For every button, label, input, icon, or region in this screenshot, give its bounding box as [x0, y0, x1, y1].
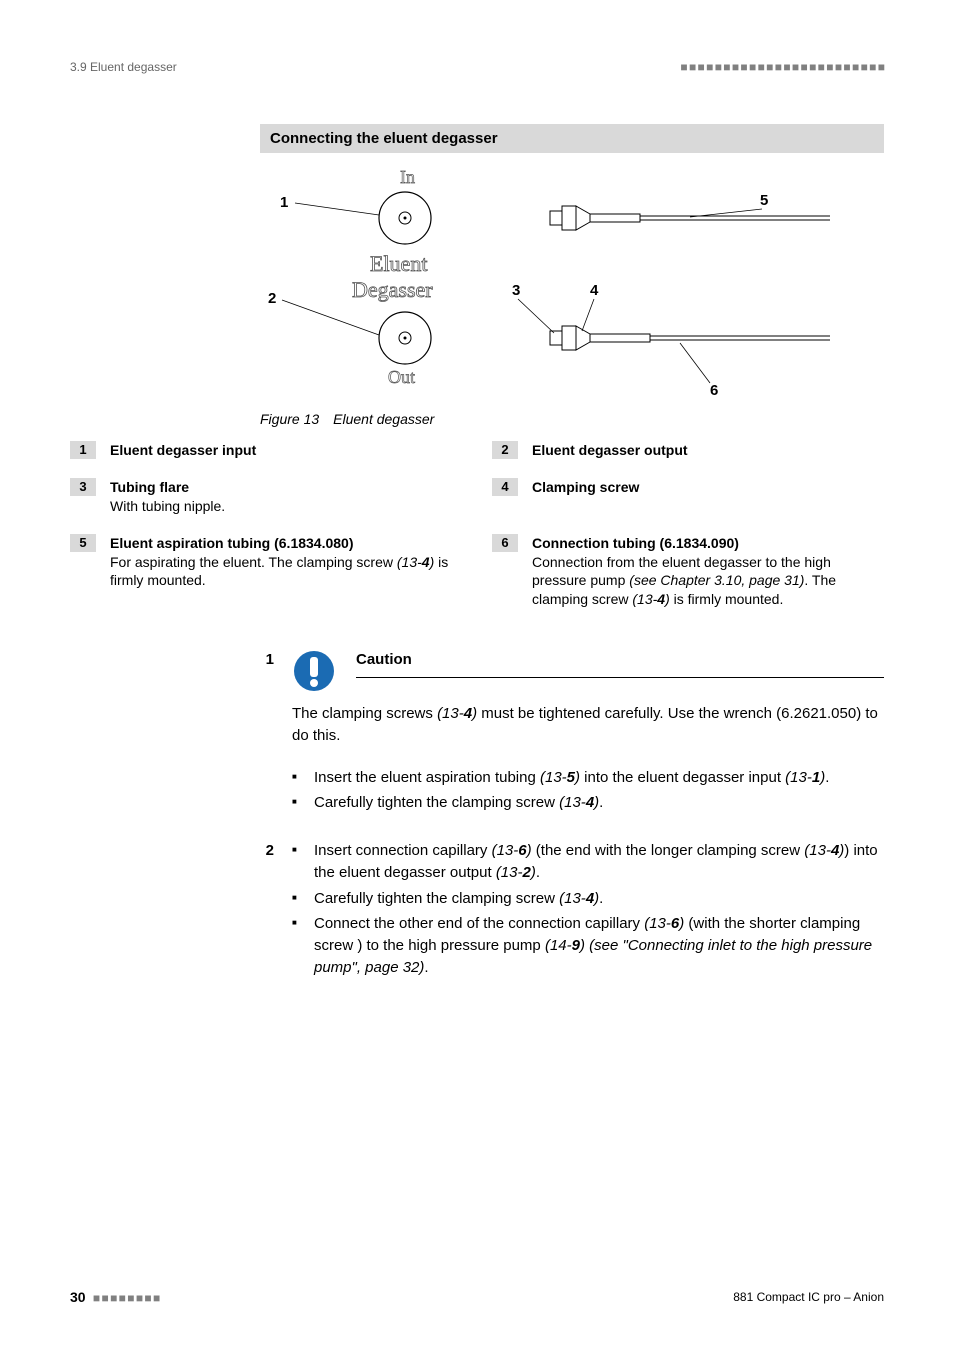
legend-item-2: 2 Eluent degasser output: [492, 441, 884, 460]
footer-doc-title: 881 Compact IC pro – Anion: [733, 1290, 884, 1304]
legend-num: 6: [492, 534, 518, 552]
legend-num: 3: [70, 478, 96, 496]
step-bullet: Insert the eluent aspiration tubing (13-…: [292, 767, 884, 789]
step-bullet: Insert connection capillary (13-6) (the …: [292, 840, 884, 884]
legend-title: Eluent degasser input: [110, 442, 256, 458]
legend-num: 2: [492, 441, 518, 459]
legend-desc: For aspirating the eluent. The clamping …: [110, 553, 462, 591]
svg-text:4: 4: [590, 282, 599, 299]
legend-desc: Connection from the eluent degasser to t…: [532, 553, 884, 610]
caution-heading: Caution: [356, 649, 884, 678]
svg-text:Eluent: Eluent: [370, 251, 427, 276]
legend-desc: With tubing nipple.: [110, 497, 225, 516]
legend-item-3: 3 Tubing flare With tubing nipple.: [70, 478, 462, 516]
caution-text: The clamping screws (13-4) must be tight…: [292, 703, 884, 747]
page-number: 30: [70, 1289, 86, 1305]
legend-title: Clamping screw: [532, 479, 639, 495]
step-number: 1: [260, 649, 274, 818]
legend-title: Eluent aspiration tubing (6.1834.080): [110, 534, 462, 553]
svg-text:1: 1: [280, 194, 288, 211]
legend-num: 1: [70, 441, 96, 459]
legend-grid: 1 Eluent degasser input 2 Eluent degasse…: [70, 441, 884, 609]
legend-num: 4: [492, 478, 518, 496]
step-bullet: Carefully tighten the clamping screw (13…: [292, 792, 884, 814]
svg-text:2: 2: [268, 290, 276, 307]
legend-title: Eluent degasser output: [532, 442, 688, 458]
legend-item-5: 5 Eluent aspiration tubing (6.1834.080) …: [70, 534, 462, 610]
svg-text:3: 3: [512, 282, 520, 299]
step-number: 2: [260, 840, 274, 983]
legend-title: Connection tubing (6.1834.090): [532, 534, 884, 553]
header-decor: ■ ■ ■ ■ ■ ■ ■ ■ ■ ■ ■ ■ ■ ■ ■ ■ ■ ■ ■ ■ …: [680, 60, 884, 74]
legend-num: 5: [70, 534, 96, 552]
header-section: 3.9 Eluent degasser: [70, 60, 177, 74]
legend-item-1: 1 Eluent degasser input: [70, 441, 462, 460]
svg-text:Out: Out: [388, 367, 415, 387]
svg-text:Degasser: Degasser: [352, 277, 433, 302]
legend-title: Tubing flare: [110, 478, 225, 497]
figure-diagram: In Eluent Degasser Out: [260, 163, 830, 403]
footer-decor: ■ ■ ■ ■ ■ ■ ■ ■: [93, 1291, 159, 1305]
legend-item-4: 4 Clamping screw: [492, 478, 884, 516]
step-bullet: Connect the other end of the connection …: [292, 913, 884, 978]
legend-item-6: 6 Connection tubing (6.1834.090) Connect…: [492, 534, 884, 610]
figure-caption: Figure 13 Eluent degasser: [260, 411, 884, 427]
step-2: 2 Insert connection capillary (13-6) (th…: [260, 840, 884, 983]
svg-text:In: In: [400, 167, 415, 187]
step-bullet: Carefully tighten the clamping screw (13…: [292, 888, 884, 910]
step-1: 1 Caution The clamping screws (13-4) mus…: [260, 649, 884, 818]
svg-text:5: 5: [760, 192, 768, 209]
caution-icon: [292, 649, 336, 693]
section-heading: Connecting the eluent degasser: [260, 124, 884, 153]
svg-text:6: 6: [710, 382, 718, 399]
